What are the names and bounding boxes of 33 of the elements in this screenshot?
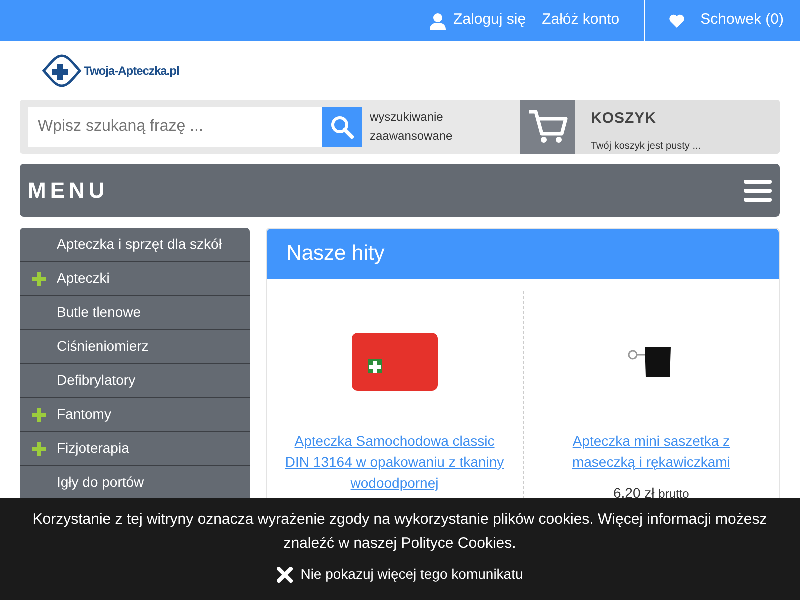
cart-button[interactable]	[520, 100, 575, 154]
category-link[interactable]: Fantomy	[20, 398, 250, 432]
logo-text: Twoja-Apteczka.pl	[84, 62, 180, 80]
category-link[interactable]: Apteczka i sprzęt dla szkół	[20, 228, 250, 262]
category-link[interactable]: Ciśnieniomierz	[20, 330, 250, 364]
advanced-search-link[interactable]: wyszukiwanie	[370, 108, 453, 127]
cart-status: Twój koszyk jest pusty ...	[591, 140, 702, 154]
menu-bar[interactable]: MENU	[20, 164, 780, 217]
cookie-text: Korzystanie z tej witryny oznacza wyrażenie zgody na wykorzystanie plików cookies. Więcej informacji możesz znaleźć w naszej Polityce Cookies.	[32, 510, 768, 554]
search-icon	[330, 115, 354, 139]
category-link[interactable]: Fizjoterapia	[20, 432, 250, 466]
menu-title: MENU	[28, 177, 109, 205]
category-link[interactable]: Defibrylatory	[20, 364, 250, 398]
user-icon	[430, 12, 446, 30]
close-icon	[276, 566, 293, 582]
product-link[interactable]: Apteczka mini saszetka z maseczką i rękawiczkami	[542, 431, 761, 473]
logo-icon	[42, 54, 82, 88]
heart-icon	[668, 14, 685, 28]
wishlist-link[interactable]: Schowek (0)	[700, 9, 784, 32]
search-button[interactable]	[322, 107, 362, 147]
dismiss-link[interactable]: Nie pokazuj więcej tego komunikatu	[276, 564, 524, 585]
register-link[interactable]: Załóż konto	[542, 9, 620, 32]
cart-title: KOSZYK	[591, 109, 658, 129]
menu-icon[interactable]	[744, 180, 772, 202]
cart-icon	[528, 109, 568, 145]
section-title: Nasze hity	[266, 229, 779, 279]
category-link[interactable]: Butle tlenowe	[20, 296, 250, 330]
search-field[interactable]: Wpisz szukaną frazę ...	[28, 107, 322, 147]
product-price: 6,20 zł brutto	[612, 484, 690, 503]
login-link[interactable]: Zaloguj się	[454, 9, 526, 32]
advanced-search-link[interactable]: zaawansowane	[370, 127, 453, 146]
category-link[interactable]: Apteczki	[20, 262, 250, 296]
product-link[interactable]: Apteczka Samochodowa classic DIN 13164 w opakowaniu z tkaniny wodoodpornej	[284, 431, 505, 494]
